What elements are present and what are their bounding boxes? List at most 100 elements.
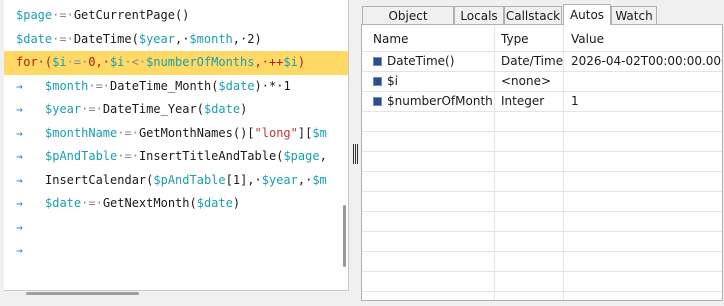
code-token: $pAndTable xyxy=(45,149,118,163)
code-token: $monthName xyxy=(45,125,118,140)
row-name-text: $i xyxy=(387,74,398,88)
code-token: , xyxy=(319,149,327,163)
empty-row xyxy=(362,192,722,212)
code-token: ,·++ xyxy=(254,55,284,69)
vertical-scrollbar[interactable] xyxy=(343,205,346,267)
code-token: GetCurrentPage() xyxy=(73,8,190,22)
row-type: <none> xyxy=(501,74,552,88)
code-token: $m xyxy=(312,125,327,140)
code-token: $date xyxy=(16,31,53,46)
tab-object-browser[interactable]: Object Browser xyxy=(362,6,454,41)
column-header-type[interactable]: Type xyxy=(501,30,561,51)
table-row[interactable]: DateTime() Date/Time 2026-04-02T00:00:00… xyxy=(362,52,722,72)
code-token: InsertCalendar( xyxy=(45,172,154,187)
code-line-current[interactable]: for·($i·=·0,·$i·<·$numberOfMonths,·++$i) xyxy=(4,51,348,75)
code-token: DateTime_Year( xyxy=(102,102,204,116)
code-token: ) xyxy=(232,196,241,210)
empty-row xyxy=(362,212,722,232)
code-token: $date xyxy=(196,196,233,210)
code-line[interactable]: → $pAndTable·=·InsertTitleAndTable($page, xyxy=(4,145,348,169)
tab-callstack[interactable]: Callstack xyxy=(504,6,562,24)
code-token: ·=· xyxy=(88,78,111,93)
variable-icon xyxy=(373,57,382,66)
code-line[interactable]: → xyxy=(4,216,348,240)
row-value: 2026-04-02T00:00:00.000-07:00 xyxy=(571,54,722,68)
column-header-name[interactable]: Name xyxy=(373,30,491,51)
code-line[interactable]: → InsertCalendar($pAndTable[1],·$year,·$m xyxy=(4,169,348,193)
code-token: )·*·1 xyxy=(254,78,291,93)
code-token: ·=· xyxy=(66,55,89,69)
code-token: $page xyxy=(283,149,320,163)
table-row[interactable]: $i <none> xyxy=(362,72,722,92)
code-token: $page xyxy=(16,8,53,22)
code-token: $date xyxy=(45,196,82,210)
code-token: ][ xyxy=(297,125,313,140)
tab-watch[interactable]: Watch xyxy=(611,6,657,24)
code-token: $i xyxy=(52,55,67,69)
code-token: 0,· xyxy=(88,55,110,69)
code-token: GetNextMonth( xyxy=(102,196,197,210)
code-line[interactable]: $page·=·GetCurrentPage() xyxy=(4,4,348,28)
row-name-text: DateTime() xyxy=(387,54,455,68)
row-type: Date/Time xyxy=(501,54,563,68)
code-line[interactable]: → $monthName·=·GetMonthNames()["long"][$m xyxy=(4,122,348,146)
code-token: $i xyxy=(109,55,125,69)
code-token: $year xyxy=(261,172,298,187)
code-token: $month xyxy=(189,31,233,46)
code-line[interactable]: $date·=·DateTime($year,·$month,·2) xyxy=(4,28,348,52)
code-token: ·<· xyxy=(124,55,147,69)
row-type: Integer xyxy=(501,94,545,108)
code-token: ·=· xyxy=(117,149,139,163)
tab-arrow-icon: → xyxy=(16,126,23,140)
empty-row xyxy=(362,252,722,272)
code-line[interactable]: → $month·=·DateTime_Month($date)·*·1 xyxy=(4,75,348,99)
splitter-grip-icon[interactable] xyxy=(353,144,359,164)
variable-icon xyxy=(373,97,382,106)
tab-arrow-icon: → xyxy=(16,244,23,257)
empty-row xyxy=(362,272,722,292)
code-token: ,· xyxy=(297,172,313,187)
code-token: $pAndTable xyxy=(153,172,226,187)
variable-icon xyxy=(373,77,382,86)
row-value: 1 xyxy=(571,94,579,108)
code-token: ·=· xyxy=(117,125,139,140)
code-token: for·( xyxy=(16,55,53,69)
code-editor[interactable]: $page·=·GetCurrentPage() $date·=·DateTime… xyxy=(0,0,349,306)
tab-arrow-icon: → xyxy=(16,79,23,93)
code-token: ·=· xyxy=(52,31,74,46)
code-token: [1],· xyxy=(225,172,262,187)
code-token: $date xyxy=(218,78,255,93)
empty-row xyxy=(362,232,722,252)
code-token: ·=· xyxy=(81,102,103,116)
tab-autos[interactable]: Autos xyxy=(563,4,611,25)
tab-locals[interactable]: Locals xyxy=(454,6,504,24)
debug-panel: Object Browser Locals Callstack Autos Wa… xyxy=(361,0,724,306)
code-token: GetMonthNames()[ xyxy=(138,125,255,140)
code-token: ,·2) xyxy=(232,31,262,46)
table-row[interactable]: $numberOfMonths Integer 1 xyxy=(362,92,722,112)
code-token: ·=· xyxy=(52,8,74,22)
code-token: ) xyxy=(240,102,248,116)
tab-arrow-icon: → xyxy=(16,150,23,163)
row-name: DateTime() xyxy=(373,52,493,71)
row-value xyxy=(571,72,722,91)
grid-header: Name Type Value xyxy=(362,30,722,52)
column-header-value[interactable]: Value xyxy=(571,30,721,51)
row-name: $numberOfMonths xyxy=(373,92,493,111)
code-lines[interactable]: $page·=·GetCurrentPage() $date·=·DateTime… xyxy=(4,4,348,263)
code-line[interactable]: → xyxy=(4,239,348,263)
autos-grid[interactable]: Name Type Value DateTime() Date/Time 202… xyxy=(361,24,723,301)
horizontal-scrollbar[interactable] xyxy=(26,292,139,295)
code-token: DateTime_Month( xyxy=(110,78,219,93)
code-token: $i xyxy=(283,55,298,69)
tab-arrow-icon: → xyxy=(16,103,23,116)
row-name: $i xyxy=(373,72,493,91)
row-name-text: $numberOfMonths xyxy=(387,94,493,108)
code-line[interactable]: → $date·=·GetNextMonth($date) xyxy=(4,192,348,216)
empty-row xyxy=(362,152,722,172)
code-token: $month xyxy=(45,78,89,93)
tab-arrow-icon: → xyxy=(16,220,23,234)
code-line[interactable]: → $year·=·DateTime_Year($date) xyxy=(4,98,348,122)
code-token: "long" xyxy=(254,125,298,140)
code-editor-area[interactable]: $page·=·GetCurrentPage() $date·=·DateTime… xyxy=(4,0,349,295)
